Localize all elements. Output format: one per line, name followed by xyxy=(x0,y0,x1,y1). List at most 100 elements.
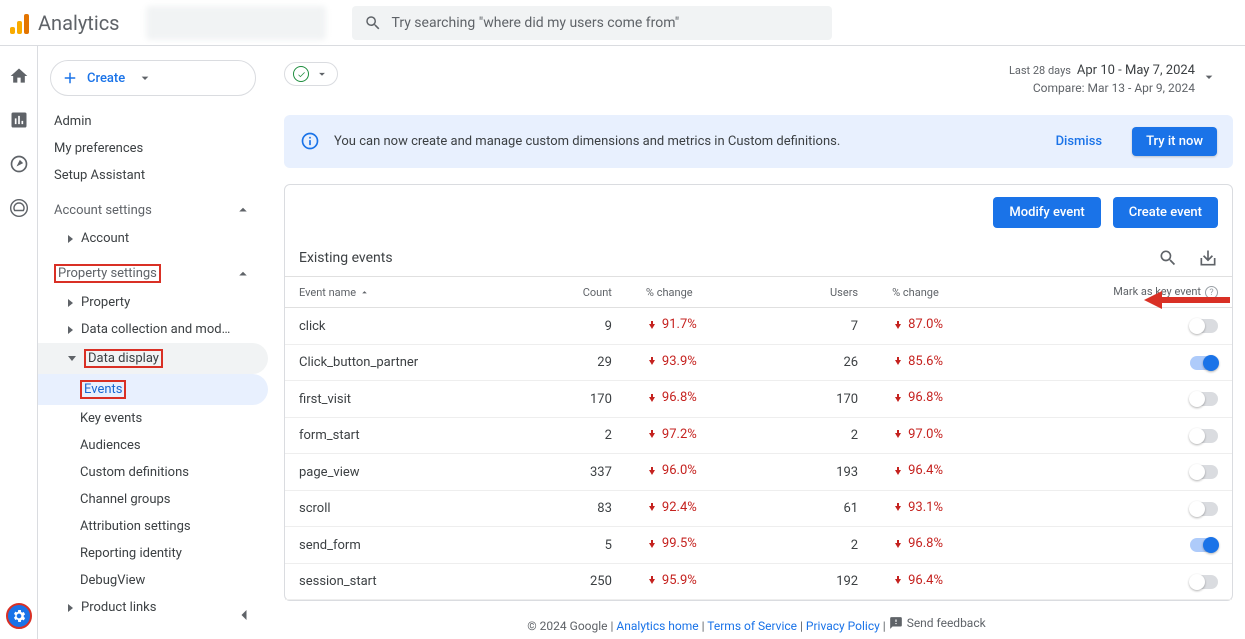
event-users: 7 xyxy=(740,308,873,345)
product-links-label: Product links xyxy=(81,600,156,615)
key-event-toggle[interactable] xyxy=(1190,465,1218,479)
events-label: Events xyxy=(80,380,126,399)
event-users: 193 xyxy=(740,454,873,491)
table-row[interactable]: click991.7%787.0% xyxy=(285,308,1232,345)
analytics-home-link[interactable]: Analytics home xyxy=(616,619,698,633)
sidebar-admin[interactable]: Admin xyxy=(38,108,268,135)
events-card: Modify event Create event Existing event… xyxy=(284,184,1233,602)
col-change2[interactable]: % change xyxy=(872,276,986,308)
property-label: Property xyxy=(81,295,130,310)
chevron-down-icon xyxy=(137,69,153,87)
table-row[interactable]: first_visit17096.8%17096.8% xyxy=(285,381,1232,418)
property-settings-label: Property settings xyxy=(54,264,161,283)
event-count: 337 xyxy=(550,454,626,491)
users-change: 85.6% xyxy=(892,354,943,369)
send-feedback[interactable]: Send feedback xyxy=(889,616,986,630)
date-range: Apr 10 - May 7, 2024 xyxy=(1077,63,1195,78)
chevron-up-icon xyxy=(234,265,252,283)
key-event-toggle[interactable] xyxy=(1190,502,1218,516)
table-row[interactable]: page_view33796.0%19396.4% xyxy=(285,454,1232,491)
count-change: 91.7% xyxy=(646,317,697,332)
app-logo[interactable]: Analytics xyxy=(8,11,120,35)
col-change1[interactable]: % change xyxy=(626,276,740,308)
existing-events-title: Existing events xyxy=(299,250,393,266)
users-change: 93.1% xyxy=(892,500,943,515)
dismiss-button[interactable]: Dismiss xyxy=(1056,134,1103,149)
table-row[interactable]: session_start25095.9%19296.4% xyxy=(285,563,1232,600)
sidebar-attribution[interactable]: Attribution settings xyxy=(38,513,268,540)
sidebar-key-events[interactable]: Key events xyxy=(38,405,268,432)
nav-rail xyxy=(0,46,38,639)
property-selector[interactable] xyxy=(146,6,326,40)
privacy-link[interactable]: Privacy Policy xyxy=(806,619,880,633)
key-event-toggle[interactable] xyxy=(1190,356,1218,370)
sidebar-data-display[interactable]: Data display xyxy=(38,343,268,374)
key-event-toggle[interactable] xyxy=(1190,538,1218,552)
event-users: 26 xyxy=(740,344,873,381)
admin-gear-icon[interactable] xyxy=(6,603,32,629)
count-change: 93.9% xyxy=(646,354,697,369)
event-name: form_start xyxy=(285,417,550,454)
event-users: 170 xyxy=(740,381,873,418)
banner-text: You can now create and manage custom dim… xyxy=(334,134,1042,149)
event-name: scroll xyxy=(285,490,550,527)
status-chip[interactable] xyxy=(284,62,338,86)
search-icon[interactable] xyxy=(1158,248,1178,268)
collapse-sidebar[interactable] xyxy=(234,605,254,629)
col-users[interactable]: Users xyxy=(740,276,873,308)
col-count[interactable]: Count xyxy=(550,276,626,308)
sidebar-data-collection[interactable]: Data collection and modifica... xyxy=(38,316,268,343)
app-title: Analytics xyxy=(38,11,120,35)
key-event-toggle[interactable] xyxy=(1190,392,1218,406)
date-compare: Compare: Mar 13 - Apr 9, 2024 xyxy=(1009,80,1195,97)
search-input[interactable]: Try searching "where did my users come f… xyxy=(352,6,832,40)
table-row[interactable]: form_start297.2%297.0% xyxy=(285,417,1232,454)
event-name: send_form xyxy=(285,527,550,564)
sidebar-channel-groups[interactable]: Channel groups xyxy=(38,486,268,513)
terms-link[interactable]: Terms of Service xyxy=(707,619,797,633)
advertising-icon[interactable] xyxy=(9,198,29,218)
try-it-now-button[interactable]: Try it now xyxy=(1132,127,1217,156)
create-event-button[interactable]: Create event xyxy=(1113,197,1218,228)
chevron-down-icon xyxy=(315,67,329,81)
event-count: 2 xyxy=(550,417,626,454)
table-row[interactable]: scroll8392.4%6193.1% xyxy=(285,490,1232,527)
date-range-picker[interactable]: Last 28 days Apr 10 - May 7, 2024 Compar… xyxy=(1009,62,1217,97)
key-event-toggle[interactable] xyxy=(1190,319,1218,333)
event-count: 250 xyxy=(550,563,626,600)
main-content: Last 28 days Apr 10 - May 7, 2024 Compar… xyxy=(268,46,1245,639)
col-mark: Mark as key event xyxy=(1113,285,1201,298)
feedback-label: Send feedback xyxy=(907,616,986,630)
sidebar-reporting-identity[interactable]: Reporting identity xyxy=(38,540,268,567)
sidebar-account[interactable]: Account xyxy=(38,225,268,252)
sidebar-debugview[interactable]: DebugView xyxy=(38,567,268,594)
sidebar-custom-definitions[interactable]: Custom definitions xyxy=(38,459,268,486)
chevron-up-icon xyxy=(234,201,252,219)
key-event-toggle[interactable] xyxy=(1190,575,1218,589)
event-count: 83 xyxy=(550,490,626,527)
key-event-toggle[interactable] xyxy=(1190,429,1218,443)
sidebar-property-settings[interactable]: Property settings xyxy=(38,258,268,289)
event-name: first_visit xyxy=(285,381,550,418)
sidebar-events[interactable]: Events xyxy=(38,374,268,405)
event-count: 29 xyxy=(550,344,626,381)
explore-icon[interactable] xyxy=(9,154,29,174)
sidebar-setup-assistant[interactable]: Setup Assistant xyxy=(38,162,268,189)
sidebar-property[interactable]: Property xyxy=(38,289,268,316)
table-row[interactable]: send_form599.5%296.8% xyxy=(285,527,1232,564)
analytics-logo-icon xyxy=(10,12,30,34)
chevron-down-icon xyxy=(1201,69,1217,85)
sidebar-my-preferences[interactable]: My preferences xyxy=(38,135,268,162)
users-change: 96.8% xyxy=(892,390,943,405)
sidebar-account-settings[interactable]: Account settings xyxy=(38,195,268,225)
home-icon[interactable] xyxy=(9,66,29,86)
download-icon[interactable] xyxy=(1198,248,1218,268)
help-icon[interactable]: ? xyxy=(1205,286,1218,299)
create-button[interactable]: Create xyxy=(50,60,256,96)
modify-event-button[interactable]: Modify event xyxy=(993,197,1100,228)
info-icon xyxy=(300,131,320,151)
table-row[interactable]: Click_button_partner2993.9%2685.6% xyxy=(285,344,1232,381)
col-event-name[interactable]: Event name xyxy=(299,286,356,299)
reports-icon[interactable] xyxy=(9,110,29,130)
sidebar-audiences[interactable]: Audiences xyxy=(38,432,268,459)
